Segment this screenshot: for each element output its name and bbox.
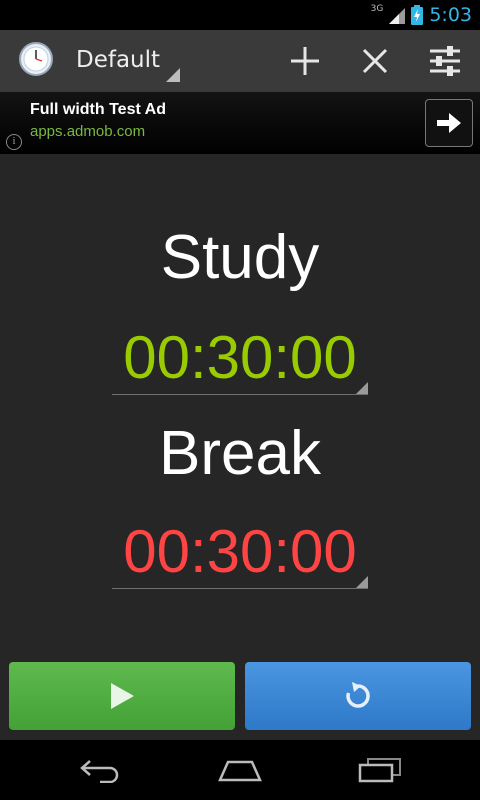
reset-icon — [346, 682, 370, 708]
status-icons: 3G 5:03 — [371, 0, 472, 30]
battery-charging-icon — [411, 5, 424, 25]
ad-url: apps.admob.com — [30, 123, 146, 140]
close-icon — [362, 48, 388, 74]
ad-arrow-button[interactable] — [425, 99, 473, 147]
ad-info-icon[interactable]: i — [6, 134, 22, 150]
home-icon — [218, 760, 262, 782]
settings-button[interactable] — [422, 38, 468, 84]
status-time: 5:03 — [429, 4, 472, 26]
status-bar: 3G 5:03 — [0, 0, 480, 30]
reset-button[interactable] — [245, 662, 471, 730]
study-label: Study — [160, 223, 320, 292]
navigation-bar — [0, 740, 480, 800]
recent-apps-button[interactable] — [350, 750, 410, 790]
dropdown-caret-icon — [166, 68, 180, 82]
study-timer-field[interactable]: 00:30:00 — [112, 322, 368, 395]
recent-apps-icon — [358, 758, 401, 783]
back-button[interactable] — [70, 750, 130, 790]
play-icon — [111, 683, 134, 709]
study-timer-value: 00:30:00 — [123, 324, 357, 391]
profile-spinner[interactable]: Default — [76, 30, 180, 90]
dropdown-caret-icon — [356, 382, 368, 394]
add-button[interactable] — [282, 38, 328, 84]
signal-icon — [389, 8, 406, 24]
ad-banner[interactable]: Full width Test Ad apps.admob.com i — [0, 92, 480, 154]
dropdown-caret-icon — [356, 576, 368, 588]
arrow-right-icon — [437, 113, 461, 133]
break-label: Break — [159, 419, 321, 488]
network-type: 3G — [370, 4, 384, 14]
action-bar: Default — [0, 30, 480, 92]
profile-name: Default — [76, 47, 161, 73]
break-timer-value: 00:30:00 — [123, 518, 357, 585]
stopwatch-icon[interactable] — [18, 41, 54, 77]
start-button[interactable] — [9, 662, 235, 730]
delete-button[interactable] — [352, 38, 398, 84]
back-icon — [80, 760, 119, 783]
break-timer-field[interactable]: 00:30:00 — [112, 516, 368, 589]
add-icon — [291, 47, 319, 75]
settings-sliders-icon — [430, 46, 460, 76]
ad-title: Full width Test Ad — [30, 101, 166, 118]
home-button[interactable] — [210, 750, 270, 790]
